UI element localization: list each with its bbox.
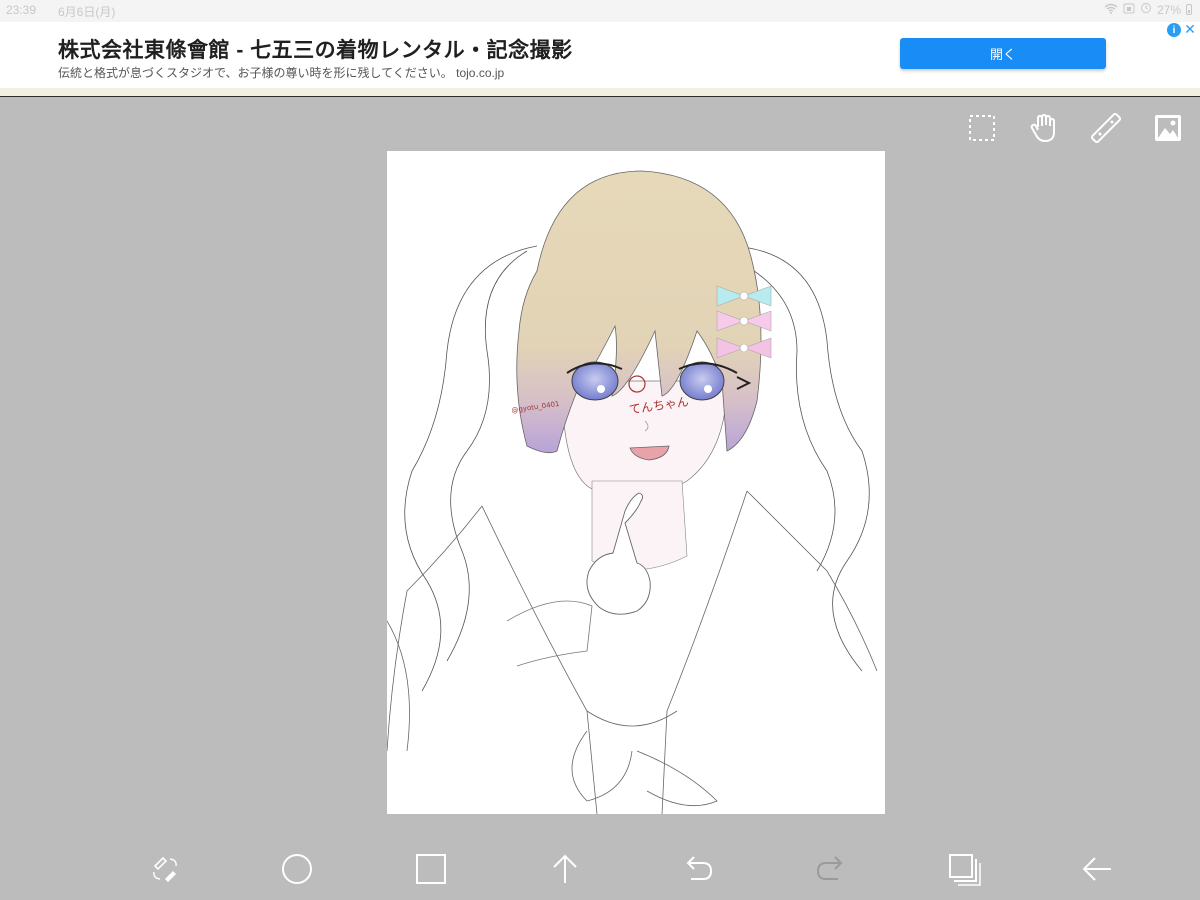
wifi-icon — [1104, 3, 1118, 17]
ruler-icon[interactable] — [1090, 112, 1122, 144]
ad-bottom-border — [0, 88, 1200, 97]
status-time: 23:39 — [6, 3, 37, 17]
status-date: 6月6日(月) — [58, 5, 116, 19]
ad-title[interactable]: 株式会社東條會館 - 七五三の着物レンタル・記念撮影 — [58, 34, 573, 64]
redo-icon[interactable] — [814, 852, 848, 886]
circle-icon[interactable] — [280, 852, 314, 886]
pen-eraser-toggle-icon[interactable] — [148, 852, 182, 886]
drawing-canvas[interactable]: てんちゃん @gyotu_0401 — [387, 151, 885, 814]
info-icon[interactable]: i — [1167, 23, 1181, 37]
hair-bows — [716, 285, 772, 359]
ad-banner[interactable]: 株式会社東條會館 - 七五三の着物レンタル・記念撮影 伝統と格式が息づくスタジオ… — [0, 21, 1200, 88]
material-image-icon[interactable] — [1153, 113, 1183, 143]
battery-percent: 27% — [1156, 2, 1181, 17]
hand-move-icon[interactable] — [1029, 113, 1059, 143]
status-bar: 23:39 6月6日(月) 27% — [0, 0, 1200, 22]
artwork: てんちゃん @gyotu_0401 — [387, 170, 878, 814]
back-arrow-icon[interactable] — [1080, 852, 1114, 886]
status-indicators: 27% — [1104, 2, 1192, 17]
undo-icon[interactable] — [681, 852, 715, 886]
layers-icon[interactable] — [947, 852, 981, 886]
ad-open-button[interactable]: 開く — [900, 38, 1106, 69]
alarm-icon — [1140, 2, 1152, 17]
square-icon[interactable] — [414, 852, 448, 886]
up-arrow-icon[interactable] — [548, 852, 582, 886]
selection-icon[interactable] — [967, 113, 997, 143]
ad-description[interactable]: 伝統と格式が息づくスタジオで、お子様の尊い時を形に残してください。 tojo.c… — [58, 64, 504, 81]
close-icon[interactable]: ✕ — [1183, 21, 1197, 37]
battery-icon — [1186, 4, 1192, 15]
screen-lock-icon — [1123, 3, 1135, 17]
